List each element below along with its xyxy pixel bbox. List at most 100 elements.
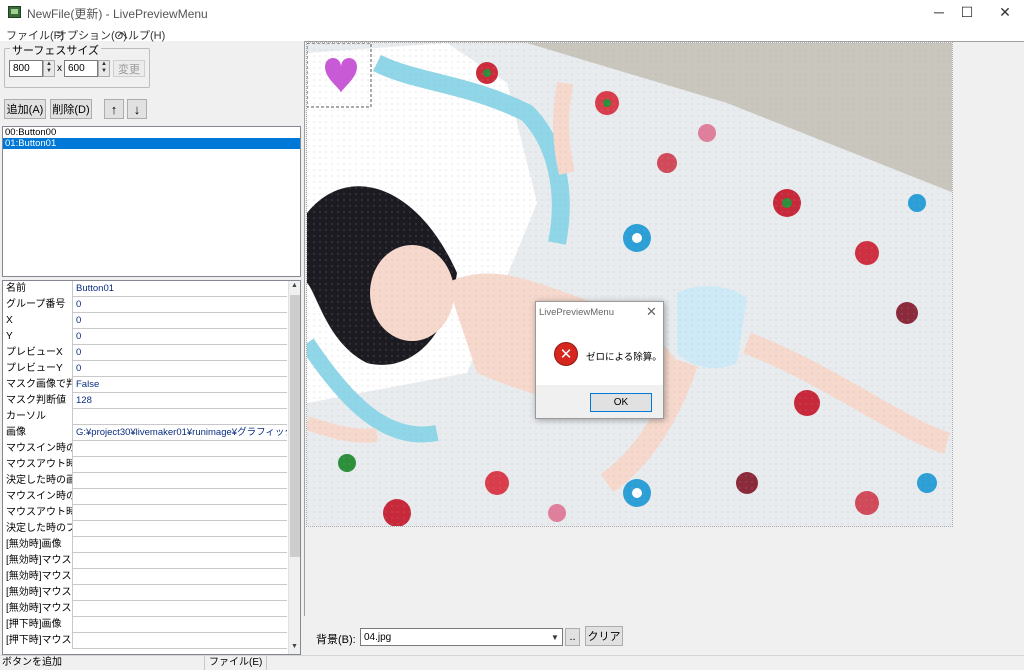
property-name: マウスアウト時: [3, 505, 73, 521]
surface-height-input[interactable]: 600: [64, 60, 98, 77]
property-row[interactable]: [押下時]マウス: [3, 633, 287, 649]
size-separator: x: [57, 63, 62, 74]
property-row[interactable]: [押下時]画像: [3, 617, 287, 633]
property-row[interactable]: マウスアウト時: [3, 505, 287, 521]
property-row[interactable]: [無効時]画像: [3, 537, 287, 553]
scroll-down-arrow-icon[interactable]: ▼: [291, 643, 298, 650]
property-value[interactable]: 128: [74, 393, 287, 409]
property-value[interactable]: [74, 441, 287, 457]
app-icon: [8, 6, 21, 18]
property-value[interactable]: [74, 633, 287, 649]
property-row[interactable]: プレビューX 0: [3, 345, 287, 361]
property-row[interactable]: [無効時]マウス: [3, 601, 287, 617]
property-value[interactable]: 0: [74, 329, 287, 345]
property-value[interactable]: [74, 617, 287, 633]
property-name: [無効時]マウス: [3, 601, 73, 617]
list-item-selected[interactable]: 01:Button01: [3, 138, 300, 149]
dialog-close-icon[interactable]: ✕: [646, 304, 657, 320]
property-value[interactable]: 0: [74, 297, 287, 313]
property-row[interactable]: [無効時]マウス: [3, 569, 287, 585]
property-row[interactable]: マウスイン時の: [3, 441, 287, 457]
property-name: [無効時]画像: [3, 537, 73, 553]
preview-illustration: [307, 43, 952, 526]
error-icon: ✕: [554, 342, 578, 366]
chevron-down-icon[interactable]: ▼: [548, 629, 562, 645]
property-value[interactable]: 0: [74, 361, 287, 377]
maximize-button[interactable]: ☐: [950, 0, 984, 24]
property-name: 決定した時の画: [3, 473, 73, 489]
browse-button[interactable]: ..: [565, 628, 580, 646]
button-list[interactable]: 00:Button00 01:Button01: [2, 126, 301, 277]
dialog-message: ゼロによる除算。: [586, 352, 662, 363]
surface-width-input[interactable]: 800: [9, 60, 43, 77]
property-value[interactable]: Button01: [74, 281, 287, 297]
window-title: NewFile(更新) - LivePreviewMenu: [27, 7, 208, 21]
preview-image[interactable]: [306, 42, 953, 527]
property-row[interactable]: カーソル: [3, 409, 287, 425]
property-value[interactable]: False: [74, 377, 287, 393]
property-row[interactable]: マスク画像で判 False: [3, 377, 287, 393]
property-row[interactable]: [無効時]マウス: [3, 553, 287, 569]
property-row[interactable]: マスク判断値 128: [3, 393, 287, 409]
property-row[interactable]: グループ番号 0: [3, 297, 287, 313]
property-row[interactable]: Y0: [3, 329, 287, 345]
status-hint: ボタンを追加: [0, 656, 205, 670]
background-label: 背景(B):: [316, 634, 356, 646]
property-row[interactable]: 画像 G:¥project30¥livemaker01¥runimage¥グラフィ…: [3, 425, 287, 441]
property-value[interactable]: [74, 489, 287, 505]
apply-size-button[interactable]: 変更: [113, 60, 145, 77]
scroll-up-arrow-icon[interactable]: ▲: [291, 282, 298, 289]
property-name: カーソル: [3, 409, 73, 425]
property-name: X: [3, 313, 73, 329]
property-value[interactable]: 0: [74, 345, 287, 361]
property-value[interactable]: [74, 521, 287, 537]
property-name: [押下時]画像: [3, 617, 73, 633]
property-value[interactable]: [74, 473, 287, 489]
property-row[interactable]: マウスアウト時: [3, 457, 287, 473]
property-row[interactable]: [無効時]マウス: [3, 585, 287, 601]
add-button[interactable]: 追加(A): [4, 99, 46, 119]
property-name: プレビューY: [3, 361, 73, 377]
property-value[interactable]: [74, 553, 287, 569]
scrollbar-thumb[interactable]: [290, 295, 300, 557]
property-value[interactable]: 0: [74, 313, 287, 329]
property-name: [無効時]マウス: [3, 553, 73, 569]
property-name: マスク画像で判: [3, 377, 73, 393]
property-value[interactable]: [74, 409, 287, 425]
status-section: ファイル(E): [207, 656, 267, 670]
surface-height-spinner[interactable]: ▲ ▼: [98, 60, 110, 77]
move-up-button[interactable]: ↑: [104, 99, 124, 119]
property-name: 画像: [3, 425, 73, 441]
property-scrollbar[interactable]: ▲ ▼: [288, 281, 300, 654]
property-value[interactable]: [74, 537, 287, 553]
property-name: [無効時]マウス: [3, 585, 73, 601]
property-row[interactable]: X0: [3, 313, 287, 329]
move-down-button[interactable]: ↓: [127, 99, 147, 119]
list-item[interactable]: 00:Button00: [3, 127, 300, 138]
menu-help[interactable]: ヘルプ(H): [117, 27, 165, 43]
property-value[interactable]: G:¥project30¥livemaker01¥runimage¥グラフィック…: [74, 425, 287, 441]
ok-button[interactable]: OK: [590, 393, 652, 412]
property-name: マスク判断値: [3, 393, 73, 409]
surface-width-spinner[interactable]: ▲ ▼: [43, 60, 55, 77]
property-grid: 名前 Button01 グループ番号 0 X0 Y0 プレビューX 0 プレビューY 0…: [2, 280, 301, 655]
property-row[interactable]: 名前 Button01: [3, 281, 287, 297]
delete-button[interactable]: 削除(D): [50, 99, 92, 119]
property-name: [無効時]マウス: [3, 569, 73, 585]
property-name: マウスイン時の: [3, 489, 73, 505]
clear-button[interactable]: クリア: [585, 626, 623, 646]
property-row[interactable]: マウスイン時の: [3, 489, 287, 505]
property-name: 名前: [3, 281, 73, 297]
property-value[interactable]: [74, 585, 287, 601]
property-value[interactable]: [74, 457, 287, 473]
property-value[interactable]: [74, 505, 287, 521]
surface-size-legend: サーフェスサイズ: [10, 42, 102, 58]
property-value[interactable]: [74, 569, 287, 585]
close-button[interactable]: ✕: [988, 0, 1022, 24]
property-name: プレビューX: [3, 345, 73, 361]
property-value[interactable]: [74, 601, 287, 617]
background-select[interactable]: 04.jpg: [360, 628, 563, 646]
property-row[interactable]: プレビューY 0: [3, 361, 287, 377]
property-row[interactable]: 決定した時の画: [3, 473, 287, 489]
property-row[interactable]: 決定した時のプ: [3, 521, 287, 537]
